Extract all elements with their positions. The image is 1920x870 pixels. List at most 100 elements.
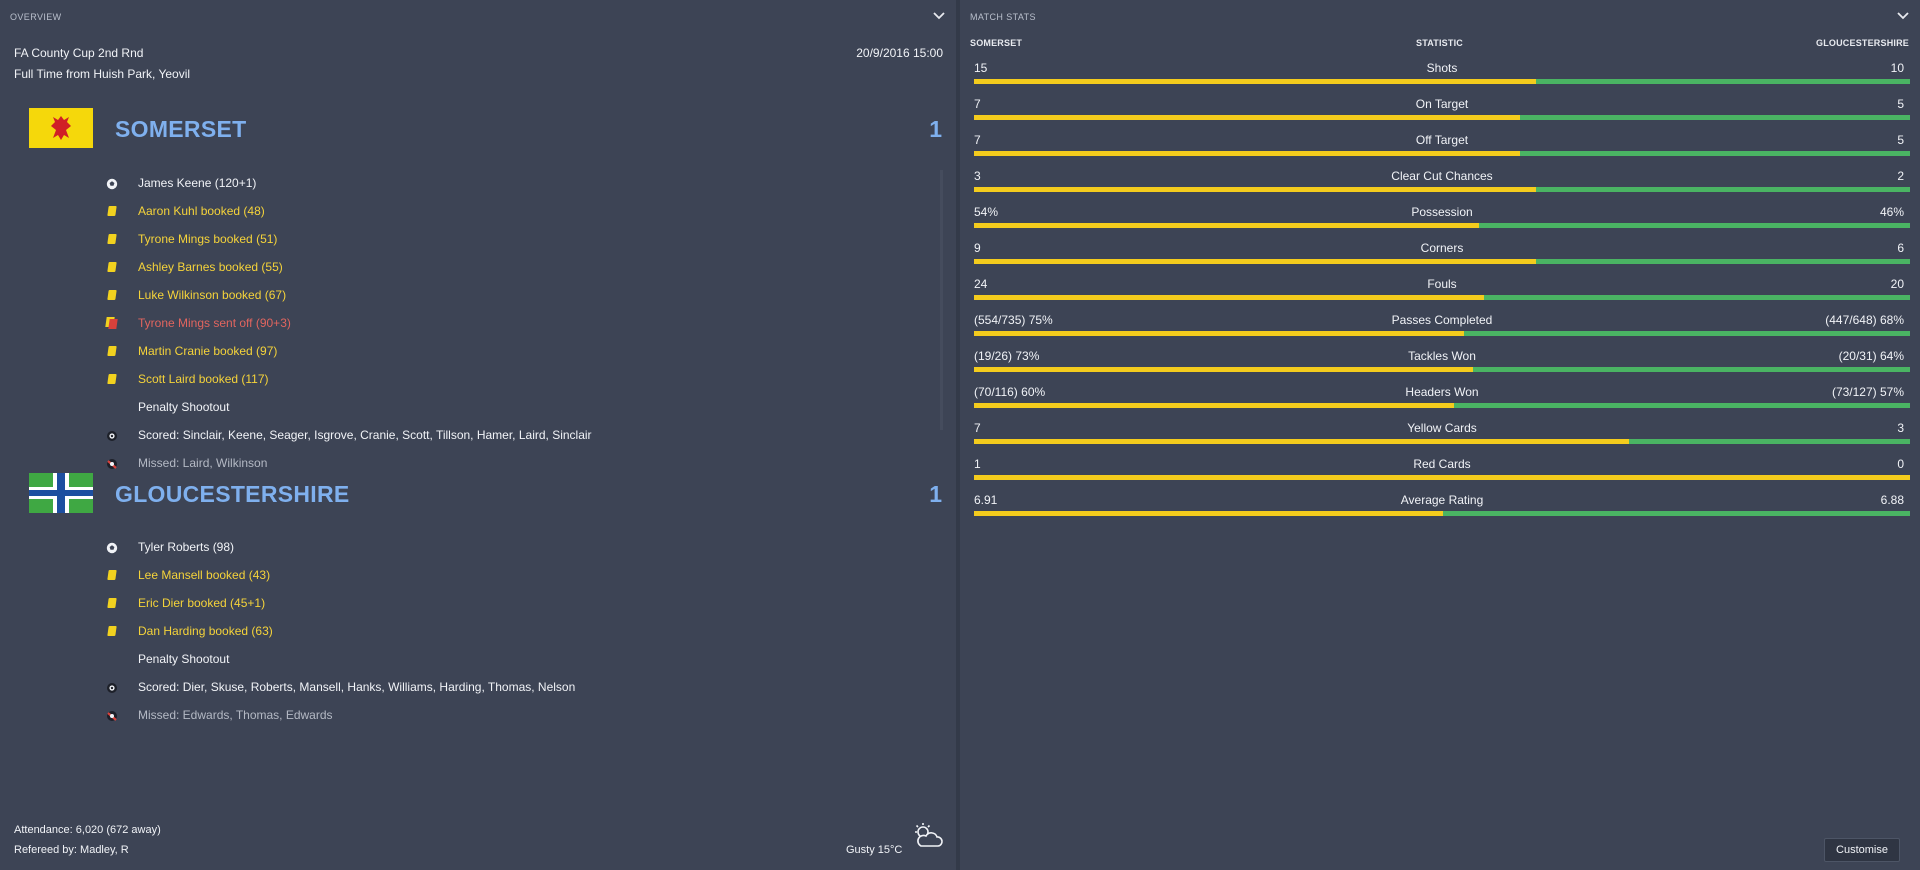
stat-name: Headers Won — [1405, 385, 1479, 399]
stat-comparison-bar — [974, 187, 1910, 192]
stat-away-value: (73/127) 57% — [1831, 385, 1904, 399]
penalty-scored-icon — [106, 681, 118, 693]
event-text[interactable]: Tyrone Mings booked (51) — [138, 232, 277, 246]
event-text[interactable]: Ashley Barnes booked (55) — [138, 260, 283, 274]
column-header-away[interactable]: GLOUCESTERSHIRE — [1816, 38, 1909, 48]
stat-row: 6.91 Average Rating 6.88 — [974, 486, 1910, 522]
stat-home-share-fill — [974, 259, 1536, 264]
stat-comparison-bar — [974, 259, 1910, 264]
event-text[interactable]: James Keene (120+1) — [138, 176, 256, 190]
stat-away-value: 10 — [1890, 61, 1904, 75]
stat-home-share-fill — [974, 439, 1630, 444]
yellow-card-icon — [106, 569, 118, 581]
yellow-card-icon — [106, 233, 118, 245]
referee-text: Refereed by: Madley, R — [14, 844, 129, 856]
stat-comparison-bar — [974, 475, 1910, 480]
stat-row: (554/735) 75% Passes Completed (447/648) 6… — [974, 306, 1910, 342]
stat-name: Passes Completed — [1391, 313, 1493, 327]
chevron-down-icon[interactable] — [932, 8, 946, 22]
stat-name: Off Target — [1415, 133, 1469, 147]
event-text[interactable]: Scored: Dier, Skuse, Roberts, Mansell, H… — [138, 680, 575, 694]
column-header-home[interactable]: SOMERSET — [970, 38, 1022, 48]
stat-away-value: 5 — [1897, 133, 1904, 147]
stat-home-share-fill — [974, 367, 1473, 372]
match-event-row: Scored: Sinclair, Keene, Seager, Isgrove… — [0, 424, 956, 448]
stat-home-share-fill — [974, 187, 1536, 192]
stat-home-share-fill — [974, 295, 1485, 300]
match-event-row: Tyrone Mings booked (51) — [0, 228, 956, 252]
yellow-card-icon — [106, 261, 118, 273]
stat-home-share-fill — [974, 115, 1520, 120]
yellow-card-icon — [106, 625, 118, 637]
stat-name: Red Cards — [1413, 457, 1471, 471]
somerset-flag-icon — [29, 108, 93, 148]
event-text[interactable]: Dan Harding booked (63) — [138, 624, 273, 638]
stat-name: Shots — [1426, 61, 1458, 75]
stat-row: (19/26) 73% Tackles Won (20/31) 64% — [974, 342, 1910, 378]
match-event-row: Tyler Roberts (98) — [0, 536, 956, 560]
stat-row: (70/116) 60% Headers Won (73/127) 57% — [974, 378, 1910, 414]
home-team-name[interactable]: SOMERSET — [115, 116, 246, 143]
event-text[interactable]: Aaron Kuhl booked (48) — [138, 204, 265, 218]
stat-home-share-fill — [974, 151, 1520, 156]
event-text[interactable]: Missed: Edwards, Thomas, Edwards — [138, 708, 333, 722]
stat-name: Tackles Won — [1408, 349, 1476, 363]
event-text[interactable]: Tyler Roberts (98) — [138, 540, 234, 554]
partly-cloudy-icon — [912, 822, 944, 850]
stat-away-value: 2 — [1897, 169, 1904, 183]
event-text[interactable]: Tyrone Mings sent off (90+3) — [138, 316, 291, 330]
stat-row: 15 Shots 10 — [974, 54, 1910, 90]
penalty-missed-icon — [106, 457, 118, 469]
customise-button[interactable]: Customise — [1824, 838, 1900, 862]
stat-away-value: 46% — [1879, 205, 1904, 219]
match-event-row: Scott Laird booked (117) — [0, 368, 956, 392]
stat-away-value: (20/31) 64% — [1838, 349, 1904, 363]
stat-away-value: 3 — [1897, 421, 1904, 435]
event-text[interactable]: Martin Cranie booked (97) — [138, 344, 277, 358]
competition-name[interactable]: FA County Cup 2nd Rnd — [14, 46, 143, 60]
match-event-row: Tyrone Mings sent off (90+3) — [0, 312, 956, 336]
stat-row: 3 Clear Cut Chances 2 — [974, 162, 1910, 198]
stat-home-share-fill — [974, 223, 1480, 228]
away-team-score: 1 — [929, 481, 942, 507]
match-event-row: Ashley Barnes booked (55) — [0, 256, 956, 280]
stat-comparison-bar — [974, 79, 1910, 84]
stat-comparison-bar — [974, 403, 1910, 408]
football-icon — [106, 177, 118, 190]
stat-home-share-fill — [974, 403, 1455, 408]
match-event-row: Eric Dier booked (45+1) — [0, 592, 956, 616]
event-text[interactable]: Scored: Sinclair, Keene, Seager, Isgrove… — [138, 428, 592, 442]
stat-name: Possession — [1411, 205, 1473, 219]
match-event-row: Luke Wilkinson booked (67) — [0, 284, 956, 308]
stat-away-value: 20 — [1890, 277, 1904, 291]
event-text[interactable]: Eric Dier booked (45+1) — [138, 596, 265, 610]
match-datetime: 20/9/2016 15:00 — [856, 46, 943, 60]
stat-row: 24 Fouls 20 — [974, 270, 1910, 306]
red-card-icon — [105, 317, 118, 329]
stat-comparison-bar — [974, 223, 1910, 228]
stat-comparison-bar — [974, 295, 1910, 300]
event-text[interactable]: Scott Laird booked (117) — [138, 372, 269, 386]
match-stats-title: MATCH STATS — [970, 12, 1036, 22]
penalty-scored-icon — [106, 429, 118, 441]
yellow-card-icon — [106, 289, 118, 301]
gloucestershire-flag-icon — [29, 473, 93, 513]
weather-text: Gusty 15°C — [846, 844, 903, 856]
stat-comparison-bar — [974, 511, 1910, 516]
match-event-row: Aaron Kuhl booked (48) — [0, 200, 956, 224]
overview-header: OVERVIEW — [0, 0, 956, 34]
attendance-text: Attendance: 6,020 (672 away) — [14, 824, 161, 836]
event-text[interactable]: Lee Mansell booked (43) — [138, 568, 270, 582]
yellow-card-icon — [106, 373, 118, 385]
home-team-score: 1 — [929, 116, 942, 142]
chevron-down-icon[interactable] — [1896, 8, 1910, 22]
event-text[interactable]: Missed: Laird, Wilkinson — [138, 456, 267, 470]
stat-away-value: 0 — [1897, 457, 1904, 471]
away-team-name[interactable]: GLOUCESTERSHIRE — [115, 481, 350, 508]
events-scrollbar[interactable] — [940, 170, 943, 430]
stat-row: 7 Yellow Cards 3 — [974, 414, 1910, 450]
event-text[interactable]: Luke Wilkinson booked (67) — [138, 288, 286, 302]
match-event-row: Penalty Shootout — [0, 648, 956, 672]
penalty-shootout-heading: Penalty Shootout — [138, 652, 230, 666]
match-stats-header: MATCH STATS — [960, 0, 1920, 34]
